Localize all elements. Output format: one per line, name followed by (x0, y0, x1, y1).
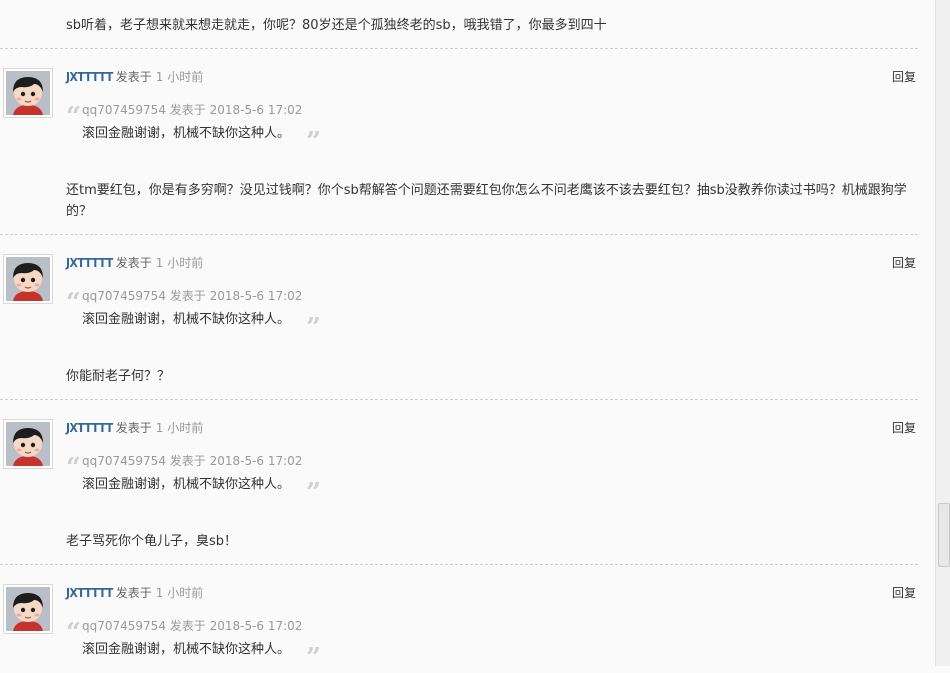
top-message: sb听着，老子想来就来想走就走，你呢？80岁还是个孤独终老的sb，哦我错了，你最… (66, 18, 607, 33)
scrollbar-thumb[interactable] (938, 503, 950, 567)
post-divider (0, 48, 918, 49)
quote-author-line: qq707459754 发表于 2018-5-6 17:02 (82, 619, 303, 633)
reply-button[interactable]: 回复 (892, 584, 916, 601)
quote-open-icon: “ (66, 288, 81, 318)
author-link[interactable]: JXTTTTT (66, 256, 113, 270)
post-4: JXTTTTT 发表于 1 小时前 回复 “ qq707459754 发表于 201… (0, 584, 918, 671)
post-1: JXTTTTT 发表于 1 小时前 回复 “ qq707459754 发表于 201… (0, 68, 918, 233)
avatar[interactable] (3, 254, 53, 304)
post-meta: JXTTTTT 发表于 1 小时前 (66, 254, 203, 271)
quote-text: 滚回金融谢谢，机械不缺你这种人。 (82, 477, 291, 492)
quote-text: 滚回金融谢谢，机械不缺你这种人。 (82, 312, 291, 327)
quote-open-icon: “ (66, 453, 81, 483)
post-time: 1 小时前 (155, 421, 204, 435)
post-time: 1 小时前 (155, 586, 204, 600)
post-message: 老子骂死你个龟儿子，臭sb！ (66, 534, 238, 549)
post-divider (0, 234, 918, 235)
quote-author-line: qq707459754 发表于 2018-5-6 17:02 (82, 454, 303, 468)
post-meta: JXTTTTT 发表于 1 小时前 (66, 68, 203, 85)
post-message: 还tm要红包，你是有多穷啊？没见过钱啊？你个sb帮解答个问题还需要红包你怎么不问… (66, 183, 907, 219)
author-link[interactable]: JXTTTTT (66, 586, 113, 600)
post-divider (0, 564, 918, 565)
quote-close-icon: ” (306, 478, 321, 508)
reply-button[interactable]: 回复 (892, 68, 916, 85)
post-message: 你能耐老子何？？ (66, 369, 171, 384)
posted-label: 发表于 (115, 70, 152, 84)
posted-label: 发表于 (115, 256, 152, 270)
quote-text: 滚回金融谢谢，机械不缺你这种人。 (82, 642, 291, 657)
quote-author-line: qq707459754 发表于 2018-5-6 17:02 (82, 289, 303, 303)
quote-open-icon: “ (66, 102, 81, 132)
quote-close-icon: ” (306, 313, 321, 343)
reply-button[interactable]: 回复 (892, 419, 916, 436)
post-time: 1 小时前 (155, 70, 204, 84)
avatar[interactable] (3, 584, 53, 634)
post-meta: JXTTTTT 发表于 1 小时前 (66, 419, 203, 436)
quote-author-line: qq707459754 发表于 2018-5-6 17:02 (82, 103, 303, 117)
quote-close-icon: ” (306, 643, 321, 673)
author-link[interactable]: JXTTTTT (66, 421, 113, 435)
post-3: JXTTTTT 发表于 1 小时前 回复 “ qq707459754 发表于 201… (0, 419, 918, 584)
quote-close-icon: ” (306, 127, 321, 157)
post-divider (0, 399, 918, 400)
reply-button[interactable]: 回复 (892, 254, 916, 271)
avatar[interactable] (3, 68, 53, 118)
author-link[interactable]: JXTTTTT (66, 70, 113, 84)
posted-label: 发表于 (115, 421, 152, 435)
quote-text: 滚回金融谢谢，机械不缺你这种人。 (82, 126, 291, 141)
post-meta: JXTTTTT 发表于 1 小时前 (66, 584, 203, 601)
posted-label: 发表于 (115, 586, 152, 600)
post-2: JXTTTTT 发表于 1 小时前 回复 “ qq707459754 发表于 201… (0, 254, 918, 419)
quote-open-icon: “ (66, 618, 81, 648)
avatar[interactable] (3, 419, 53, 469)
post-time: 1 小时前 (155, 256, 204, 270)
